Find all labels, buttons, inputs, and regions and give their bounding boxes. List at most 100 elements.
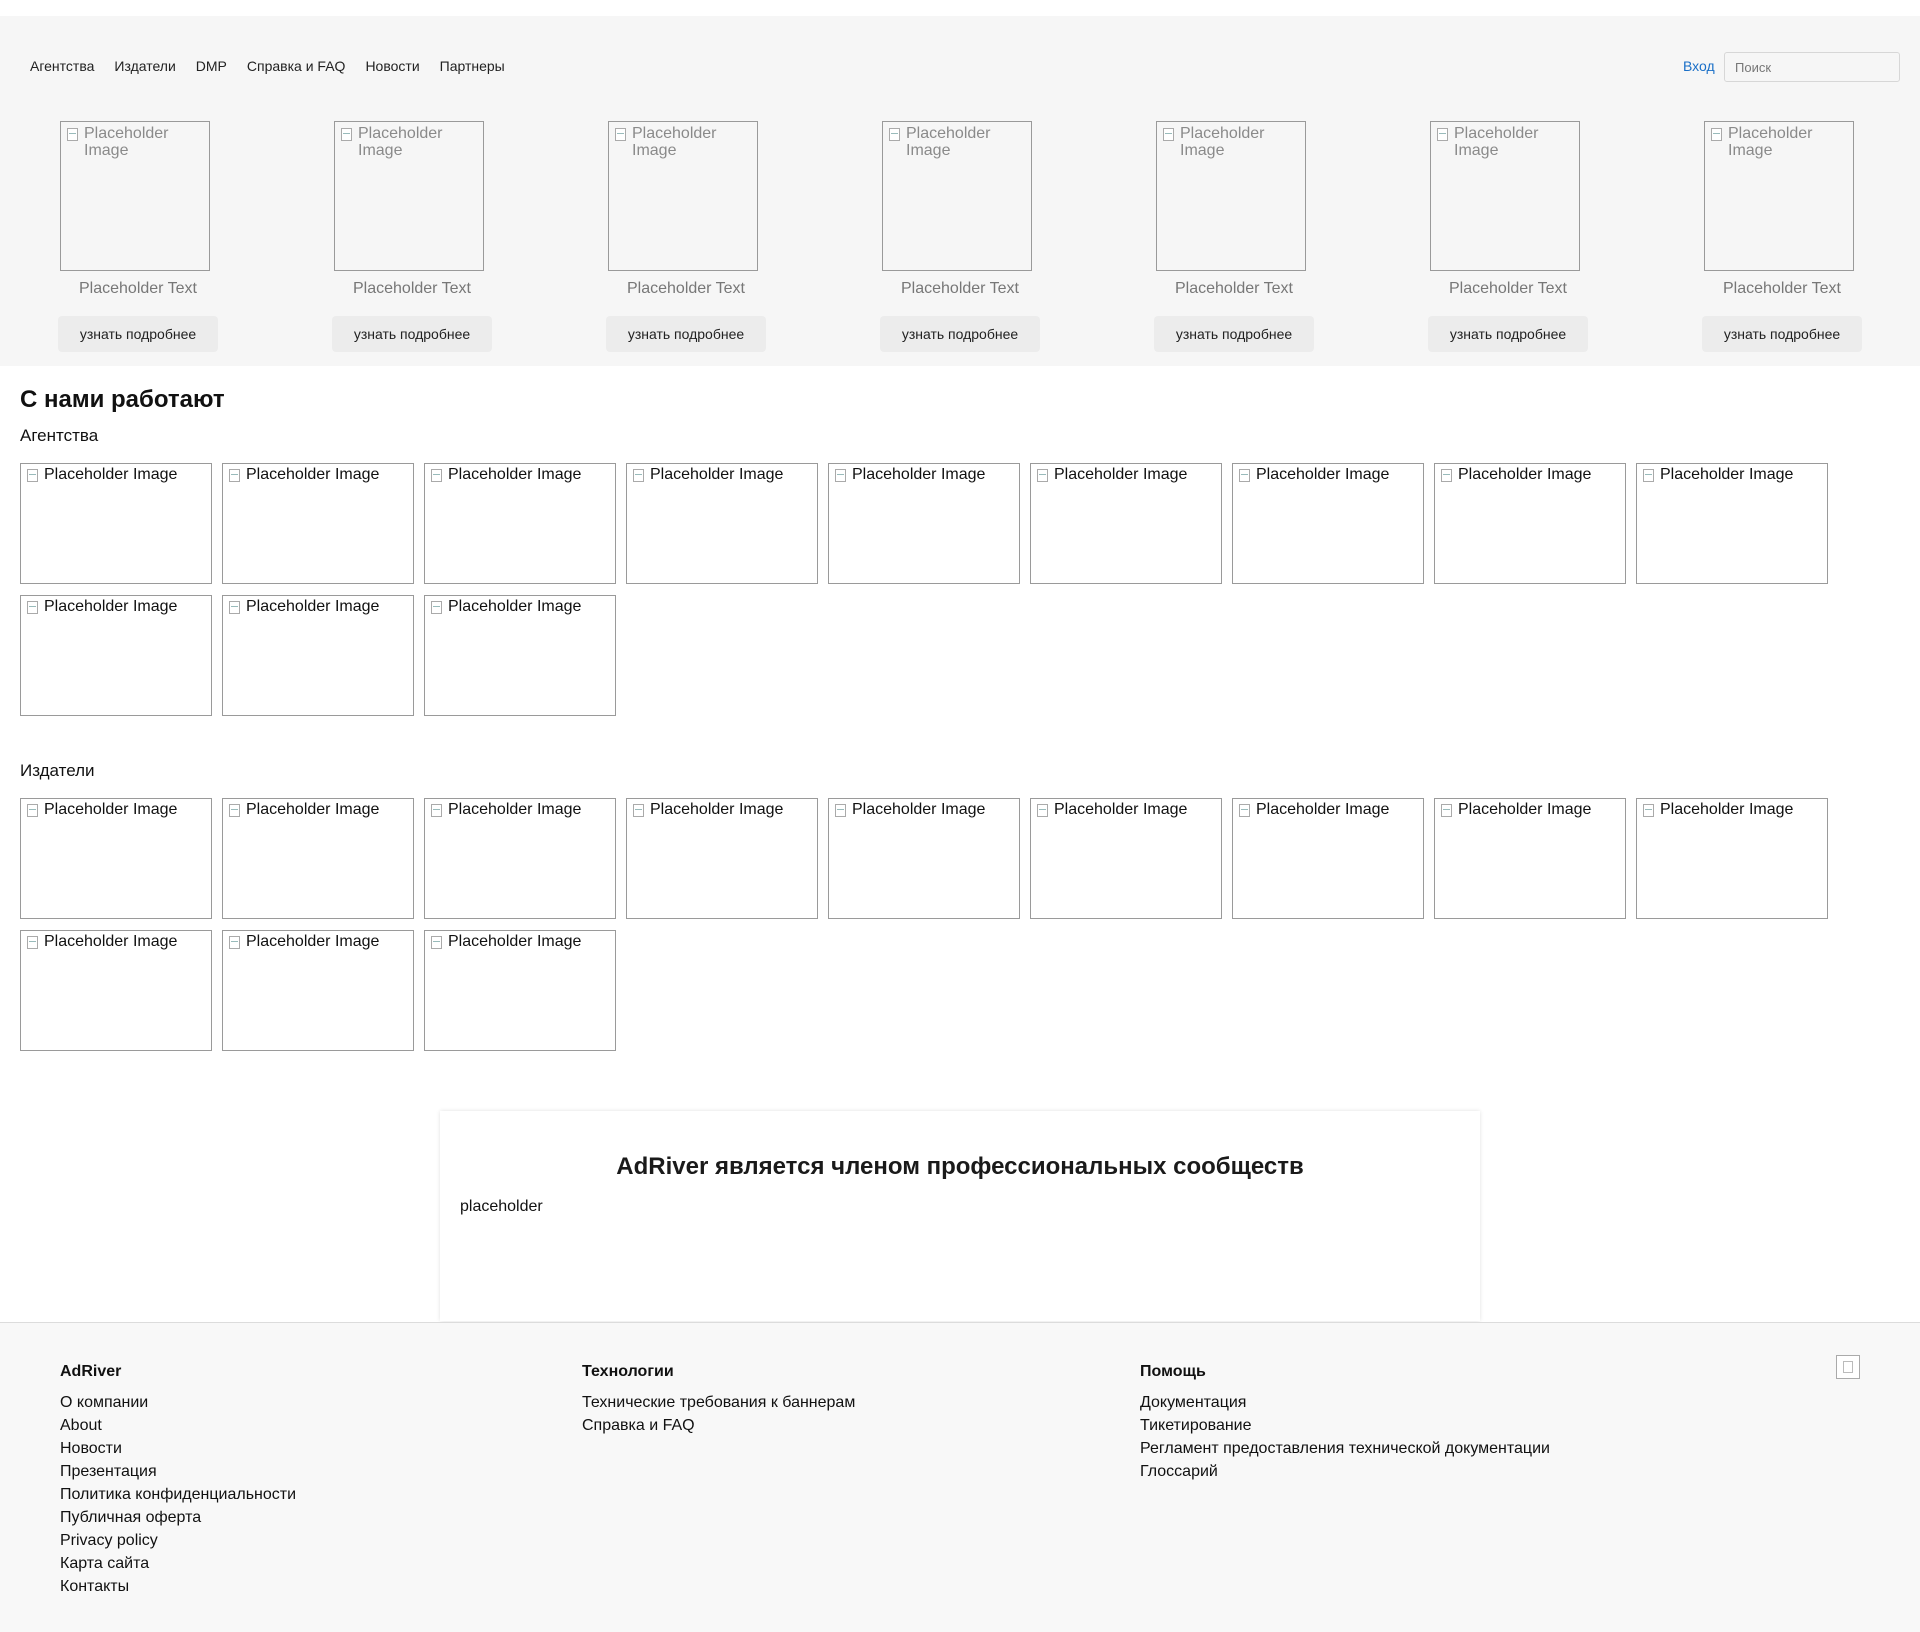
agency-logo[interactable]: Placeholder Image: [20, 463, 212, 584]
broken-image-icon: [431, 469, 442, 482]
agency-logo[interactable]: Placeholder Image: [1434, 463, 1626, 584]
footer-link-documentation[interactable]: Документация: [1140, 1391, 1550, 1414]
footer-link-sitemap[interactable]: Карта сайта: [60, 1552, 296, 1575]
broken-image-icon: [27, 469, 38, 482]
main-nav: Агентства Издатели DMP Справка и FAQ Нов…: [30, 58, 505, 74]
footer-link-privacy-ru[interactable]: Политика конфиденциальности: [60, 1483, 296, 1506]
image-alt-text: Placeholder Image: [1256, 801, 1390, 818]
image-alt-text: Placeholder Image: [852, 801, 986, 818]
learn-more-button[interactable]: узнать подробнее: [880, 316, 1040, 352]
learn-more-button[interactable]: узнать подробнее: [58, 316, 218, 352]
publisher-logo[interactable]: Placeholder Image: [424, 798, 616, 919]
agency-logo[interactable]: Placeholder Image: [626, 463, 818, 584]
image-alt-text: Placeholder Image: [44, 598, 178, 615]
footer-link-about[interactable]: About: [60, 1414, 296, 1437]
footer-link-presentation[interactable]: Презентация: [60, 1460, 296, 1483]
broken-image-icon: [229, 936, 240, 949]
image-alt-text: Placeholder Image: [1054, 466, 1188, 483]
publisher-logo[interactable]: Placeholder Image: [20, 798, 212, 919]
footer-column-title: Технологии: [582, 1363, 674, 1380]
footer-link-banner-requirements[interactable]: Технические требования к баннерам: [582, 1391, 855, 1414]
agency-logo[interactable]: Placeholder Image: [1030, 463, 1222, 584]
learn-more-button[interactable]: узнать подробнее: [1154, 316, 1314, 352]
broken-image-icon: [835, 469, 846, 482]
broken-image-icon: [1037, 469, 1048, 482]
card-caption: Placeholder Text: [1175, 280, 1293, 297]
top-strip: [0, 0, 1920, 16]
agency-logo[interactable]: Placeholder Image: [1636, 463, 1828, 584]
broken-image-icon: [431, 804, 442, 817]
footer-link-news[interactable]: Новости: [60, 1437, 296, 1460]
agency-logo[interactable]: Placeholder Image: [424, 463, 616, 584]
section-title: С нами работают: [20, 386, 225, 413]
memberships-panel: AdRiver является членом профессиональных…: [440, 1111, 1480, 1321]
learn-more-button[interactable]: узнать подробнее: [606, 316, 766, 352]
image-alt-text: Placeholder Image: [1660, 801, 1794, 818]
nav-item-news[interactable]: Новости: [365, 58, 419, 74]
broken-image-icon: [1836, 1355, 1860, 1379]
publisher-logo[interactable]: Placeholder Image: [1232, 798, 1424, 919]
broken-image-icon: [1239, 804, 1250, 817]
footer-column-help: Помощь Документация Тикетирование Реглам…: [1140, 1363, 1550, 1483]
footer-link-tech-docs-rules[interactable]: Регламент предоставления технической док…: [1140, 1437, 1550, 1460]
learn-more-button[interactable]: узнать подробнее: [1702, 316, 1862, 352]
image-alt-text: Placeholder Image: [246, 801, 380, 818]
broken-image-icon: [27, 936, 38, 949]
image-alt-text: Placeholder Image: [1454, 125, 1539, 159]
footer-link-glossary[interactable]: Глоссарий: [1140, 1460, 1550, 1483]
image-alt-text: Placeholder Image: [246, 466, 380, 483]
publisher-logo[interactable]: Placeholder Image: [828, 798, 1020, 919]
agency-logo[interactable]: Placeholder Image: [828, 463, 1020, 584]
publisher-logo[interactable]: Placeholder Image: [1434, 798, 1626, 919]
image-alt-text: Placeholder Image: [650, 466, 784, 483]
footer-link-privacy-policy[interactable]: Privacy policy: [60, 1529, 296, 1552]
broken-image-icon: [229, 469, 240, 482]
broken-image-icon: [1441, 469, 1452, 482]
broken-image-icon: [431, 601, 442, 614]
learn-more-button[interactable]: узнать подробнее: [332, 316, 492, 352]
nav-item-agencies[interactable]: Агентства: [30, 58, 94, 74]
image-alt-text: Placeholder Image: [84, 125, 169, 159]
card-caption: Placeholder Text: [901, 280, 1019, 297]
nav-item-partners[interactable]: Партнеры: [440, 58, 505, 74]
publisher-logo[interactable]: Placeholder Image: [20, 930, 212, 1051]
memberships-placeholder: placeholder: [460, 1198, 543, 1215]
footer-link-about-company[interactable]: О компании: [60, 1391, 296, 1414]
nav-item-publishers[interactable]: Издатели: [114, 58, 175, 74]
nav-item-help-faq[interactable]: Справка и FAQ: [247, 58, 346, 74]
image-alt-text: Placeholder Image: [1458, 801, 1592, 818]
agency-logo[interactable]: Placeholder Image: [20, 595, 212, 716]
login-link[interactable]: Вход: [1683, 58, 1715, 74]
agency-logo[interactable]: Placeholder Image: [222, 463, 414, 584]
publisher-logo[interactable]: Placeholder Image: [222, 930, 414, 1051]
publishers-logo-grid: Placeholder Image Placeholder Image Plac…: [20, 798, 1840, 1053]
publishers-heading: Издатели: [20, 761, 95, 780]
search-input[interactable]: [1724, 52, 1900, 82]
card-caption: Placeholder Text: [1723, 280, 1841, 297]
broken-image-icon: [889, 128, 900, 141]
publisher-logo[interactable]: Placeholder Image: [222, 798, 414, 919]
publisher-logo[interactable]: Placeholder Image: [424, 930, 616, 1051]
broken-image-icon: [835, 804, 846, 817]
footer-link-contacts[interactable]: Контакты: [60, 1575, 296, 1598]
agencies-heading: Агентства: [20, 426, 99, 445]
footer-link-help-faq[interactable]: Справка и FAQ: [582, 1414, 855, 1437]
publisher-logo[interactable]: Placeholder Image: [626, 798, 818, 919]
card-image: Placeholder Image: [882, 121, 1032, 271]
publisher-logo[interactable]: Placeholder Image: [1030, 798, 1222, 919]
image-alt-text: Placeholder Image: [448, 933, 582, 950]
image-alt-text: Placeholder Image: [358, 125, 443, 159]
footer-link-ticketing[interactable]: Тикетирование: [1140, 1414, 1550, 1437]
nav-item-dmp[interactable]: DMP: [196, 58, 227, 74]
broken-image-icon: [1037, 804, 1048, 817]
image-alt-text: Placeholder Image: [44, 933, 178, 950]
footer-link-public-offer[interactable]: Публичная оферта: [60, 1506, 296, 1529]
image-alt-text: Placeholder Image: [44, 801, 178, 818]
agency-logo[interactable]: Placeholder Image: [222, 595, 414, 716]
learn-more-button[interactable]: узнать подробнее: [1428, 316, 1588, 352]
agency-logo[interactable]: Placeholder Image: [424, 595, 616, 716]
image-alt-text: Placeholder Image: [246, 598, 380, 615]
card-image: Placeholder Image: [334, 121, 484, 271]
agency-logo[interactable]: Placeholder Image: [1232, 463, 1424, 584]
publisher-logo[interactable]: Placeholder Image: [1636, 798, 1828, 919]
